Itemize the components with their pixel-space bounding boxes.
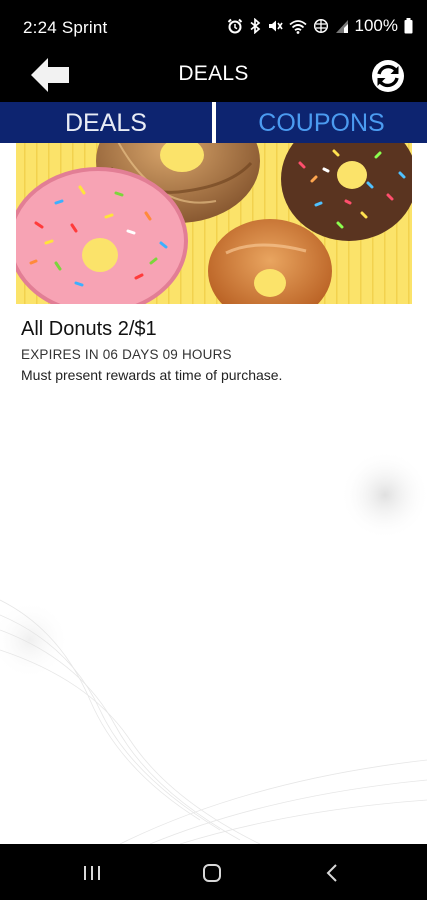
- status-time: 2:24: [23, 18, 57, 37]
- back-nav-button[interactable]: [312, 858, 352, 888]
- app-header: DEALS: [0, 54, 427, 102]
- refresh-button[interactable]: [369, 57, 407, 95]
- recent-apps-button[interactable]: [72, 858, 112, 888]
- wifi-icon: [288, 19, 307, 34]
- tab-deals[interactable]: DEALS: [0, 102, 212, 143]
- background-decoration: [0, 450, 427, 844]
- tab-coupons[interactable]: COUPONS: [216, 102, 427, 143]
- back-nav-icon: [326, 864, 337, 882]
- deal-expiry: EXPIRES IN 06 DAYS 09 HOURS: [21, 347, 232, 362]
- alarm-icon: [227, 18, 242, 34]
- page-title: DEALS: [178, 62, 249, 85]
- battery-percent: 100%: [354, 16, 398, 35]
- status-bar: 2:24 Sprint 100%: [0, 0, 427, 54]
- battery-icon: [404, 18, 413, 34]
- status-time-carrier: 2:24 Sprint: [23, 18, 107, 38]
- donuts-illustration: [16, 143, 412, 304]
- deal-title: All Donuts 2/$1: [21, 318, 157, 340]
- deal-image[interactable]: [16, 143, 412, 304]
- signal-icon: [335, 19, 348, 33]
- status-icons: 100%: [227, 16, 413, 36]
- hotspot-icon: [313, 18, 328, 34]
- deal-note: Must present rewards at time of purchase…: [21, 367, 283, 383]
- bluetooth-icon: [249, 18, 260, 34]
- recent-apps-icon: [84, 866, 100, 880]
- home-button[interactable]: [192, 858, 232, 888]
- tab-bar: DEALS COUPONS: [0, 102, 427, 143]
- status-carrier: Sprint: [61, 18, 108, 37]
- mute-icon: [268, 20, 283, 32]
- home-icon: [203, 864, 221, 882]
- refresh-icon: [372, 60, 404, 92]
- system-nav-bar: [0, 844, 427, 900]
